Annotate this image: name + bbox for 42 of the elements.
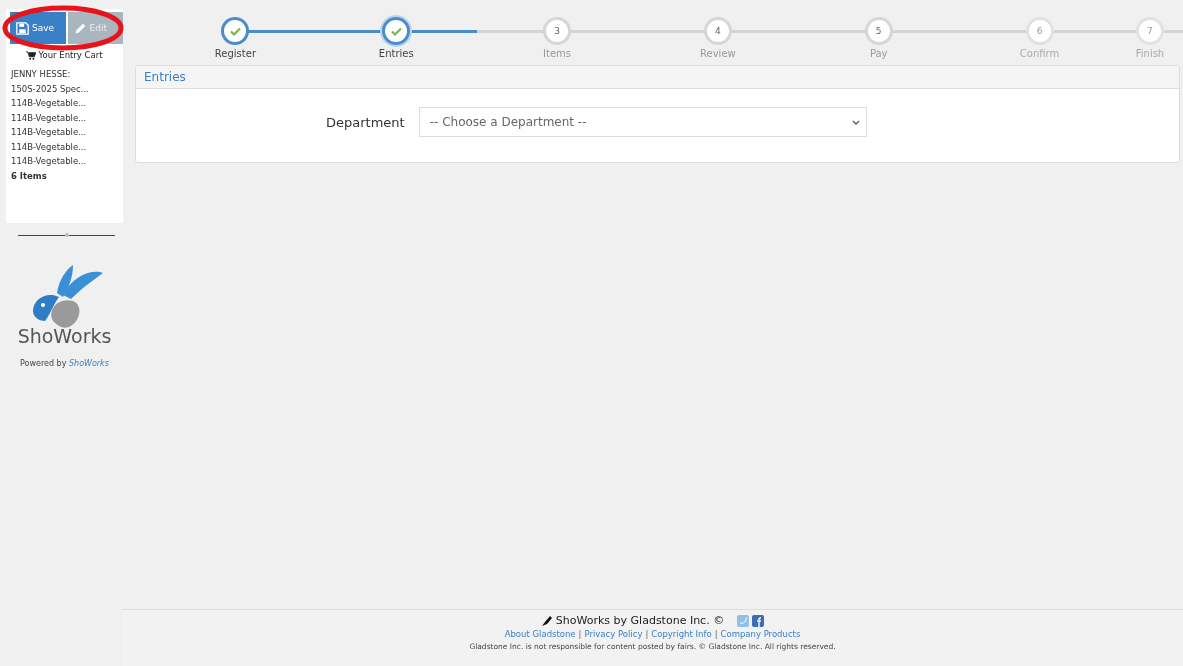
cart-count: 6 Items [11, 169, 48, 183]
step-circle[interactable] [382, 17, 411, 45]
chevron-down-icon [851, 119, 860, 125]
link-separator: | [578, 629, 582, 639]
step-label: Review [700, 48, 736, 59]
cart-title: Your Entry Cart [38, 50, 103, 60]
department-select[interactable]: -- Choose a Department -- [418, 107, 867, 137]
step-label: Register [214, 48, 256, 59]
cart-item[interactable]: JENNY HESSE: [11, 67, 123, 82]
cart-icon [26, 50, 37, 60]
showorks-link[interactable]: ShoWorks [69, 359, 109, 368]
footer-link[interactable]: Copyright Info [651, 629, 712, 639]
logo-wordmark: ShoWorks [17, 325, 112, 347]
footer-link[interactable]: Company Products [720, 629, 801, 639]
cart-item[interactable]: 114B-Vegetable... [11, 96, 123, 111]
footer-link[interactable]: Privacy Policy [584, 629, 643, 639]
panel-title: Entries [136, 66, 1179, 89]
powered-by-text: Powered by ShoWorks [20, 359, 109, 368]
cart-item[interactable]: 114B-Vegetable... [11, 139, 123, 154]
pen-icon [540, 614, 553, 627]
cart-item[interactable]: 114B-Vegetable... [11, 154, 123, 169]
cart-item[interactable]: 150S-2025 Spec... [11, 81, 123, 96]
step-circle[interactable]: 4 [703, 17, 732, 45]
step-label: Entries [378, 48, 414, 59]
step-label: Finish [1135, 48, 1165, 59]
facebook-icon[interactable] [752, 614, 765, 627]
step-label: Items [543, 48, 572, 59]
checkmark-icon [390, 26, 402, 36]
pencil-icon [73, 21, 87, 35]
footer-brand: ShoWorks by Gladstone Inc. © [555, 614, 725, 627]
link-separator: | [714, 629, 718, 639]
step-circle[interactable] [221, 17, 250, 45]
cart-item[interactable]: 114B-Vegetable... [11, 125, 123, 140]
link-separator: | [645, 629, 649, 639]
step-circle[interactable]: 5 [864, 17, 893, 45]
step-label: Pay [869, 48, 888, 59]
step-label: Confirm [1019, 48, 1060, 59]
step-circle[interactable]: 3 [543, 17, 572, 45]
checkmark-icon [229, 26, 241, 36]
department-label: Department [326, 114, 405, 130]
cart-item[interactable]: 114B-Vegetable... [11, 110, 123, 125]
footer-link[interactable]: About Gladstone [504, 629, 576, 639]
